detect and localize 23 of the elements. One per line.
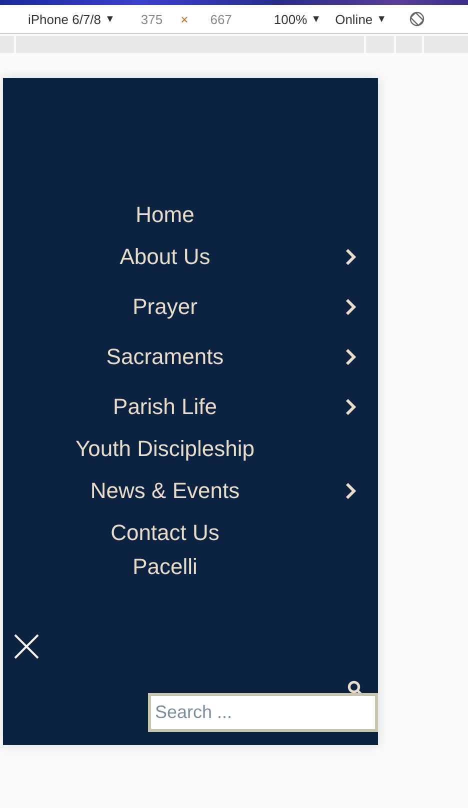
times-sign: × <box>180 12 188 26</box>
chevron-right-icon[interactable] <box>344 248 358 266</box>
chevron-right-icon[interactable] <box>344 398 358 416</box>
chevron-right-icon[interactable] <box>344 298 358 316</box>
zoom-select[interactable]: 100% ▼ <box>274 12 322 26</box>
search-field[interactable]: Search ... <box>148 693 378 732</box>
chevron-right-icon[interactable] <box>344 482 358 500</box>
close-icon[interactable] <box>14 634 39 659</box>
menu-link[interactable]: Pacelli <box>3 550 327 584</box>
width-value[interactable]: 375 <box>140 12 163 26</box>
menu-link[interactable]: About Us <box>3 232 327 282</box>
menu-link[interactable]: Youth Discipleship <box>3 432 327 466</box>
menu-link[interactable]: Prayer <box>3 282 327 332</box>
chevron-right-icon[interactable] <box>344 348 358 366</box>
menu-link[interactable]: Home <box>3 198 327 232</box>
device-select[interactable]: iPhone 6/7/8 ▼ <box>28 12 115 26</box>
rotate-icon[interactable] <box>408 11 425 27</box>
network-select[interactable]: Online ▼ <box>335 12 387 26</box>
height-value[interactable]: 667 <box>210 12 232 26</box>
menu-link[interactable]: Sacraments <box>3 332 327 382</box>
menu-link[interactable]: News & Events <box>3 466 327 516</box>
menu-link[interactable]: Parish Life <box>3 382 327 432</box>
menu-link[interactable]: Contact Us <box>3 516 327 550</box>
